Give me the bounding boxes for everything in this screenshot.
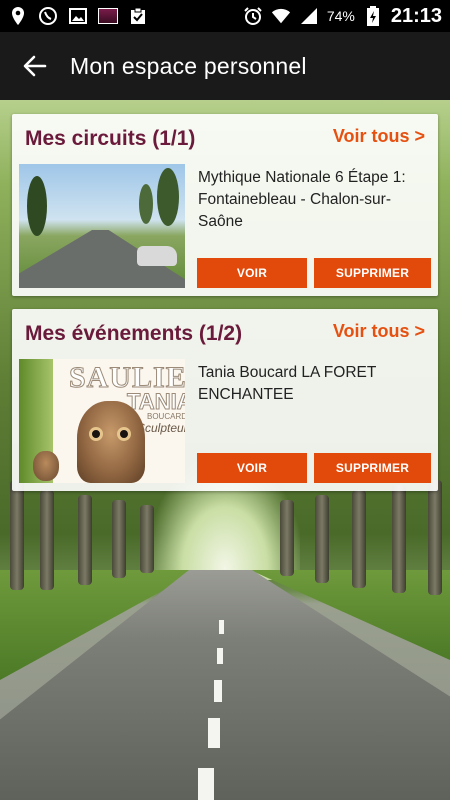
- battery-icon: [363, 6, 383, 26]
- photo-icon: [68, 6, 88, 26]
- events-card: Mes événements (1/2) Voir tous > SAULIEU…: [12, 309, 438, 491]
- road-marking: [198, 768, 214, 800]
- page-title: Mon espace personnel: [70, 52, 307, 79]
- circuit-thumbnail[interactable]: [19, 164, 185, 288]
- clock: 21:13: [390, 4, 442, 27]
- wifi-icon: [271, 6, 291, 26]
- back-button[interactable]: [0, 32, 70, 100]
- road-marking: [217, 648, 223, 664]
- battery-percentage: 74%: [326, 8, 355, 24]
- event-view-button[interactable]: VOIR: [197, 453, 307, 483]
- background-tree-trunk: [392, 485, 406, 593]
- signal-icon: [299, 6, 319, 26]
- notification-thumbnail: [98, 8, 118, 24]
- location-icon: [8, 6, 28, 26]
- road-marking: [214, 680, 222, 702]
- circuits-title: Mes circuits (1/1): [25, 127, 196, 150]
- background-tree-trunk: [78, 495, 92, 585]
- background-tree-trunk: [112, 500, 126, 578]
- circuits-see-all-link[interactable]: Voir tous >: [333, 126, 425, 147]
- status-bar: 74% 21:13: [0, 0, 450, 32]
- background-tree-trunk: [352, 490, 366, 588]
- circuit-view-button[interactable]: VOIR: [197, 258, 307, 288]
- arrow-left-icon: [23, 55, 47, 77]
- event-description[interactable]: Tania Boucard LA FORET ENCHANTEE: [198, 362, 423, 406]
- event-thumbnail[interactable]: SAULIEU TANIA BOUCARD Sculpteur: [19, 359, 185, 483]
- alarm-icon: [243, 6, 263, 26]
- background-tree-trunk: [140, 505, 154, 573]
- background-tree-trunk: [280, 500, 294, 576]
- road-marking: [219, 620, 224, 634]
- app-bar: Mon espace personnel: [0, 32, 450, 100]
- event-delete-button[interactable]: SUPPRIMER: [314, 453, 431, 483]
- background-tree-trunk: [10, 480, 24, 590]
- background-tree-trunk: [40, 490, 54, 590]
- circuits-card: Mes circuits (1/1) Voir tous > Mythique …: [12, 114, 438, 296]
- events-card-header: Mes événements (1/2) Voir tous >: [12, 309, 438, 353]
- background-tree-trunk: [428, 480, 442, 595]
- poster-text: BOUCARD: [147, 412, 185, 421]
- events-see-all-link[interactable]: Voir tous >: [333, 321, 425, 342]
- circuits-card-header: Mes circuits (1/1) Voir tous >: [12, 114, 438, 158]
- events-title: Mes événements (1/2): [25, 322, 243, 345]
- road-marking: [208, 718, 220, 748]
- clipboard-icon: [128, 6, 148, 26]
- circuit-delete-button[interactable]: SUPPRIMER: [314, 258, 431, 288]
- viber-icon: [38, 6, 58, 26]
- circuit-description[interactable]: Mythique Nationale 6 Étape 1: Fontainebl…: [198, 167, 423, 233]
- background-tree-trunk: [315, 495, 329, 583]
